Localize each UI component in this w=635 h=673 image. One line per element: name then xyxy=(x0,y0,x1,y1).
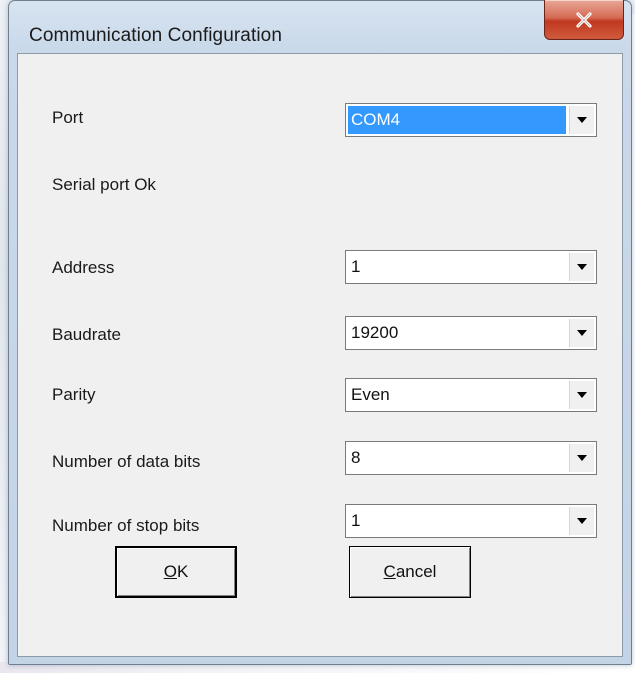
ok-button[interactable]: OK xyxy=(115,546,237,598)
data-bits-dropdown-arrow[interactable] xyxy=(569,444,594,472)
parity-dropdown-arrow[interactable] xyxy=(569,381,594,409)
data-bits-dropdown[interactable]: 8 xyxy=(345,441,597,475)
baudrate-value: 19200 xyxy=(351,323,399,342)
baudrate-dropdown-arrow[interactable] xyxy=(569,319,594,347)
parity-label: Parity xyxy=(52,385,96,404)
chevron-down-icon xyxy=(577,264,587,270)
baudrate-dropdown[interactable]: 19200 xyxy=(345,316,597,350)
address-label: Address xyxy=(52,258,115,277)
cancel-button-mnemonic: C xyxy=(383,562,396,581)
port-value: COM4 xyxy=(348,106,566,134)
address-dropdown-arrow[interactable] xyxy=(569,253,594,281)
address-dropdown[interactable]: 1 xyxy=(345,250,597,284)
parity-value: Even xyxy=(351,385,390,404)
data-bits-label: Number of data bits xyxy=(52,452,201,471)
port-label: Port xyxy=(52,108,84,127)
close-button[interactable] xyxy=(544,0,624,40)
serial-port-status: Serial port Ok xyxy=(52,175,156,194)
communication-configuration-dialog: Communication Configuration Port COM4 Se… xyxy=(8,0,632,665)
port-dropdown[interactable]: COM4 xyxy=(345,103,597,137)
chevron-down-icon xyxy=(577,117,587,123)
stop-bits-value: 1 xyxy=(351,511,361,530)
stop-bits-dropdown-arrow[interactable] xyxy=(569,507,594,535)
chevron-down-icon xyxy=(577,518,587,524)
stop-bits-dropdown[interactable]: 1 xyxy=(345,504,597,538)
ok-button-label-rest: K xyxy=(176,562,189,581)
dialog-title: Communication Configuration xyxy=(29,25,282,46)
address-value: 1 xyxy=(351,257,361,276)
chevron-down-icon xyxy=(577,392,587,398)
stop-bits-label: Number of stop bits xyxy=(52,516,200,535)
baudrate-label: Baudrate xyxy=(52,325,121,344)
chevron-down-icon xyxy=(577,455,587,461)
ok-button-mnemonic: O xyxy=(163,562,177,581)
close-icon xyxy=(576,11,592,28)
dialog-client-area: Port COM4 Serial port Ok Address 1 Baudr… xyxy=(17,53,623,657)
chevron-down-icon xyxy=(577,330,587,336)
data-bits-value: 8 xyxy=(351,448,361,467)
cancel-button-label-rest: ancel xyxy=(395,562,437,581)
cancel-button[interactable]: Cancel xyxy=(349,546,471,598)
parity-dropdown[interactable]: Even xyxy=(345,378,597,412)
port-dropdown-arrow[interactable] xyxy=(569,106,594,134)
